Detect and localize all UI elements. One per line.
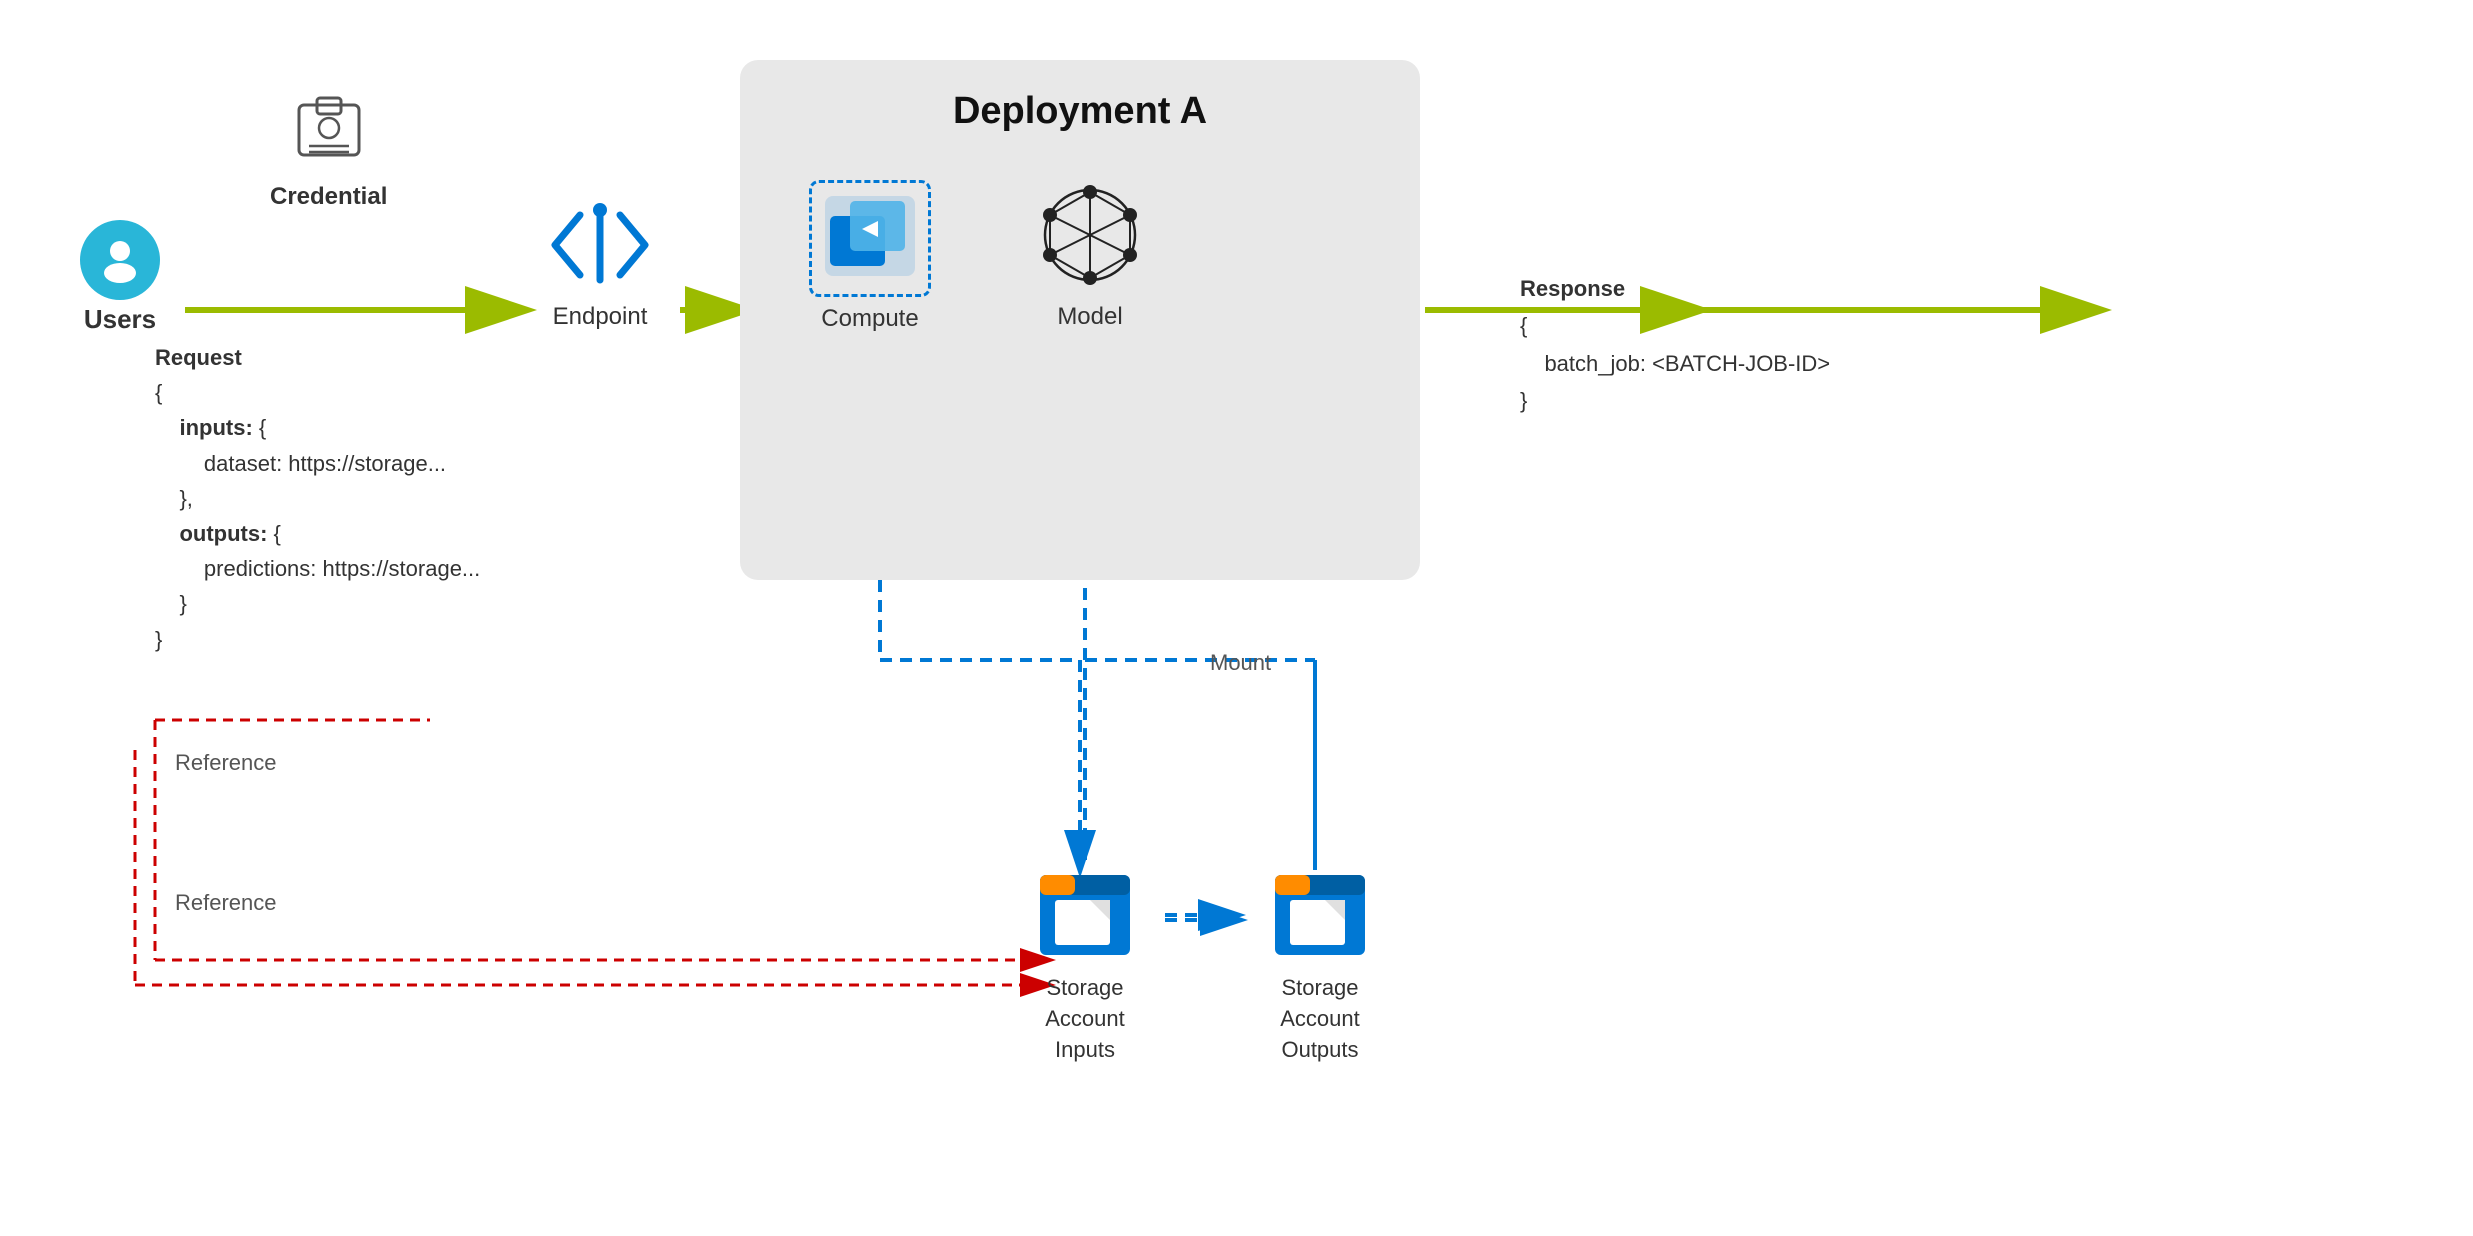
compute-block: Compute — [790, 180, 950, 333]
storage-inputs-icon — [1035, 870, 1135, 960]
storage-outputs-line2: Outputs — [1281, 1037, 1358, 1062]
storage-inputs-line1: Storage Account — [1045, 975, 1125, 1031]
storage-outputs-block: Storage Account Outputs — [1240, 870, 1400, 1065]
request-line6: predictions: https://storage... — [155, 551, 480, 586]
user-svg — [95, 235, 145, 285]
model-block: Model — [1020, 180, 1160, 331]
storage-inputs-block: Storage Account Inputs — [1005, 870, 1165, 1065]
endpoint-label: Endpoint — [530, 303, 670, 331]
credential-icon — [289, 90, 369, 170]
request-line7: } — [155, 586, 480, 621]
compute-icon — [820, 191, 920, 281]
model-label: Model — [1020, 303, 1160, 331]
storage-outputs-icon — [1270, 870, 1370, 960]
mount-label: Mount — [1210, 650, 1271, 676]
deployment-title: Deployment A — [770, 90, 1390, 133]
credential-label: Credential — [270, 183, 387, 211]
request-line2: inputs: { — [155, 410, 480, 445]
storage-outputs-label: Storage Account Outputs — [1240, 973, 1400, 1065]
storage-inputs-line2: Inputs — [1055, 1037, 1115, 1062]
request-line1: { — [155, 375, 480, 410]
request-line3: dataset: https://storage... — [155, 446, 480, 481]
storage-outputs-line1: Storage Account — [1280, 975, 1360, 1031]
model-icon — [1030, 180, 1150, 290]
user-label: Users — [60, 304, 180, 335]
endpoint-icon — [545, 200, 655, 290]
response-block: Response { batch_job: <BATCH-JOB-ID> } — [1520, 270, 1830, 420]
storage-inputs-label: Storage Account Inputs — [1005, 973, 1165, 1065]
user-avatar — [80, 220, 160, 300]
compute-border — [809, 180, 931, 297]
diagram-container: Users Credential Request { inputs: { dat… — [0, 0, 2473, 1236]
request-line4: }, — [155, 481, 480, 516]
endpoint-block: Endpoint — [530, 200, 670, 331]
request-title: Request — [155, 345, 242, 370]
response-title: Response — [1520, 276, 1625, 301]
response-line1: { — [1520, 307, 1830, 344]
reference-label-1: Reference — [175, 750, 277, 776]
response-line2: batch_job: <BATCH-JOB-ID> — [1520, 345, 1830, 382]
user-icon-block: Users — [60, 220, 180, 335]
request-block: Request { inputs: { dataset: https://sto… — [155, 340, 480, 657]
request-line8: } — [155, 622, 480, 657]
reference-label-2: Reference — [175, 890, 277, 916]
request-line5: outputs: { — [155, 516, 480, 551]
compute-label: Compute — [790, 305, 950, 333]
response-line3: } — [1520, 382, 1830, 419]
credential-block: Credential — [270, 90, 387, 211]
